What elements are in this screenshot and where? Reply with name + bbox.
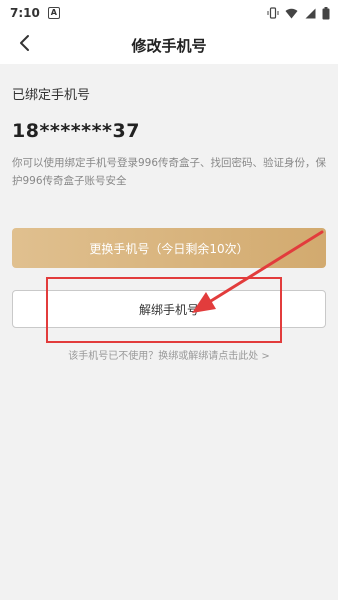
status-time: 7:10 [10, 6, 40, 20]
bound-phone-description: 你可以使用绑定手机号登录996传奇盒子、找回密码、验证身份，保护996传奇盒子账… [12, 157, 327, 187]
app-notification-icon: A [47, 7, 60, 19]
vibrate-icon [267, 7, 279, 19]
unbind-phone-button[interactable]: 解绑手机号 [12, 290, 326, 328]
nav-bar: 修改手机号 [0, 26, 338, 64]
signal-icon [304, 8, 316, 19]
help-link[interactable]: 该手机号已不使用？换绑或解绑请点击此处 > [0, 347, 338, 362]
status-icons [267, 6, 330, 20]
bound-phone-number: 18*******37 [12, 120, 140, 142]
status-bar: 7:10 A [0, 0, 338, 26]
bound-phone-label: 已绑定手机号 [12, 88, 91, 103]
wifi-icon [285, 8, 298, 19]
back-button[interactable] [12, 32, 38, 58]
page-title: 修改手机号 [131, 36, 207, 55]
chevron-left-icon [18, 33, 32, 57]
battery-icon [322, 6, 330, 20]
change-phone-button[interactable]: 更换手机号（今日剩余10次） [12, 228, 326, 268]
main-content: 已绑定手机号 18*******37 你可以使用绑定手机号登录996传奇盒子、找… [0, 64, 338, 600]
